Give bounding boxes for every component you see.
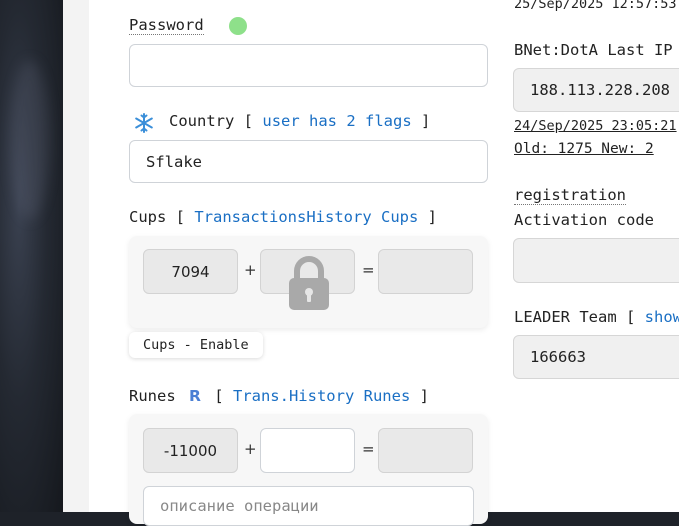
bnet-ip-field[interactable]: 188.113.228.208 xyxy=(513,68,679,112)
background-image xyxy=(0,0,63,512)
bracket-open: [ xyxy=(175,208,186,226)
runes-result-value xyxy=(378,428,473,473)
rune-icon: R xyxy=(189,387,201,405)
bracket-open: [ xyxy=(214,387,224,405)
cups-enable-toggle[interactable]: Cups - Enable xyxy=(129,332,263,358)
bnet-old-new: Old: 1275 New: 2 xyxy=(514,141,654,157)
leader-team-label: LEADER Team [ xyxy=(514,308,636,326)
cups-result-value xyxy=(378,249,473,294)
plus-sign: + xyxy=(244,261,257,279)
page-gutter xyxy=(63,0,89,512)
bnet-label: BNet:DotA Last IP xyxy=(514,41,673,59)
snowflake-icon xyxy=(133,112,155,134)
runes-current-value: -11000 xyxy=(143,428,238,473)
cups-current-value: 7094 xyxy=(143,249,238,294)
leader-team-field[interactable]: 166663 xyxy=(513,335,679,379)
cups-label: Cups xyxy=(129,208,167,226)
password-input[interactable] xyxy=(129,44,488,87)
activation-code-input[interactable] xyxy=(513,238,679,283)
registration-label: registration xyxy=(514,186,626,205)
top-date: 25/Sep/2025 12:57:53 xyxy=(514,0,677,12)
runes-description-input[interactable]: описание операции xyxy=(143,486,474,526)
country-input[interactable]: Sflake xyxy=(129,140,488,183)
country-label-row: Country [ user has 2 flags ] xyxy=(169,112,430,130)
user-flags-link[interactable]: user has 2 flags xyxy=(262,112,411,130)
runes-label-row: Runes R [ Trans.History Runes ] xyxy=(129,387,429,405)
bracket-close: ] xyxy=(419,387,429,405)
registration-label-text: registration xyxy=(514,186,626,205)
bracket-open: [ xyxy=(243,112,254,130)
plus-sign: + xyxy=(244,440,257,458)
bnet-ip-date: 24/Sep/2025 23:05:21 xyxy=(514,118,677,134)
equals-sign: = xyxy=(362,261,375,279)
leader-team-label-row: LEADER Team [ show xyxy=(514,308,679,326)
runes-label: Runes xyxy=(129,387,176,405)
activation-code-label: Activation code xyxy=(514,211,654,229)
bracket-close: ] xyxy=(421,112,431,130)
password-label: Password xyxy=(129,16,204,35)
runes-add-input[interactable] xyxy=(260,428,355,473)
password-label-text: Password xyxy=(129,16,204,35)
lock-icon xyxy=(286,256,332,311)
leader-show-link[interactable]: show xyxy=(645,308,679,326)
country-label: Country xyxy=(169,112,235,130)
bracket-close: ] xyxy=(427,208,438,226)
status-dot xyxy=(229,17,247,35)
cups-history-link[interactable]: TransactionsHistory Cups xyxy=(194,208,418,226)
equals-sign: = xyxy=(362,440,375,458)
cups-label-row: Cups [ TransactionsHistory Cups ] xyxy=(129,208,437,226)
runes-history-link[interactable]: Trans.History Runes xyxy=(233,387,410,405)
